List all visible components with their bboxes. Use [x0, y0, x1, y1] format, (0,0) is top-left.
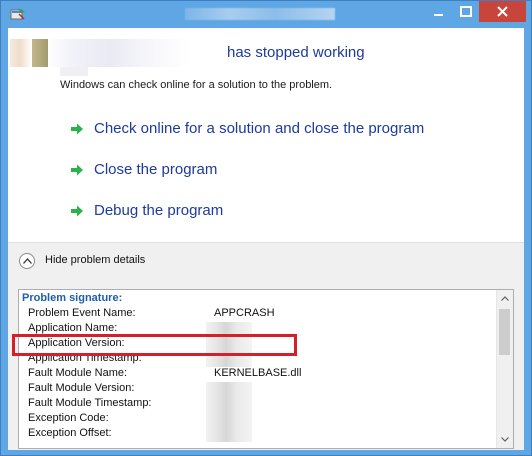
signature-row: Application Version: [28, 337, 498, 352]
signature-value: KERNELBASE.dll [214, 367, 302, 379]
debug-program-command-link[interactable]: Debug the program [70, 202, 223, 219]
command-link-label: Close the program [94, 161, 218, 178]
app-name-redacted [10, 39, 210, 67]
redacted-value [206, 427, 252, 442]
chevron-up-icon [22, 258, 32, 264]
redacted-value [206, 397, 252, 412]
redacted-region [60, 67, 88, 76]
signature-row: Fault Module Version: [28, 382, 498, 397]
signature-key: Application Timestamp: [28, 352, 142, 364]
signature-key: Application Version: [28, 337, 125, 349]
scroll-thumb[interactable] [499, 309, 510, 355]
signature-key: Application Name: [28, 322, 118, 334]
problem-details-textbox[interactable]: Problem signature: Problem Event Name: A… [18, 289, 514, 449]
scroll-up-arrow-icon [501, 296, 509, 301]
scroll-down-button[interactable] [497, 431, 513, 448]
signature-key: Fault Module Timestamp: [28, 397, 152, 409]
minimize-icon [434, 13, 443, 16]
signature-row: Application Timestamp: [28, 352, 498, 367]
signature-key: Fault Module Name: [28, 367, 128, 379]
app-icon [10, 8, 25, 20]
close-icon [497, 6, 508, 17]
redacted-value [206, 322, 252, 337]
maximize-icon [459, 6, 472, 17]
details-toggle-bar: Hide problem details [8, 242, 524, 280]
command-link-label: Check online for a solution and close th… [94, 120, 425, 137]
redacted-value [206, 412, 252, 427]
problem-signature-heading: Problem signature: [22, 292, 123, 304]
title-redacted [185, 8, 335, 20]
green-arrow-icon [71, 123, 83, 134]
signature-value: APPCRASH [214, 307, 275, 319]
signature-row: Problem Event Name: APPCRASH [28, 307, 498, 322]
redacted-value [206, 382, 252, 397]
signature-row-fault-module-name: Fault Module Name: KERNELBASE.dll [28, 367, 498, 382]
vertical-scrollbar[interactable] [496, 290, 513, 448]
redacted-value [206, 352, 252, 367]
scroll-down-arrow-icon [501, 437, 509, 442]
hide-details-toggle-button[interactable] [19, 253, 35, 269]
hide-details-label[interactable]: Hide problem details [45, 254, 145, 266]
signature-row: Exception Code: [28, 412, 498, 427]
maximize-button[interactable] [452, 1, 479, 22]
close-program-command-link[interactable]: Close the program [70, 161, 217, 178]
green-arrow-icon [71, 205, 83, 216]
dialog-content: has stopped working Windows can check on… [8, 28, 524, 450]
signature-row: Application Name: [28, 322, 498, 337]
redacted-value [206, 337, 252, 352]
command-link-label: Debug the program [94, 202, 224, 219]
main-instruction: has stopped working [227, 44, 365, 61]
signature-row: Exception Offset: [28, 427, 498, 442]
green-arrow-icon [71, 164, 83, 175]
minimize-button[interactable] [425, 1, 452, 22]
content-text: Windows can check online for a solution … [60, 79, 333, 91]
signature-key: Fault Module Version: [28, 382, 135, 394]
signature-key: Exception Code: [28, 412, 109, 424]
signature-key: Exception Offset: [28, 427, 112, 439]
title-bar[interactable] [1, 1, 531, 28]
close-button[interactable] [479, 1, 526, 22]
details-area: Problem signature: Problem Event Name: A… [8, 280, 524, 450]
scroll-up-button[interactable] [497, 290, 513, 307]
check-online-command-link[interactable]: Check online for a solution and close th… [70, 120, 424, 137]
error-dialog-window: has stopped working Windows can check on… [0, 0, 532, 456]
signature-key: Problem Event Name: [28, 307, 136, 319]
signature-row: Fault Module Timestamp: [28, 397, 498, 412]
